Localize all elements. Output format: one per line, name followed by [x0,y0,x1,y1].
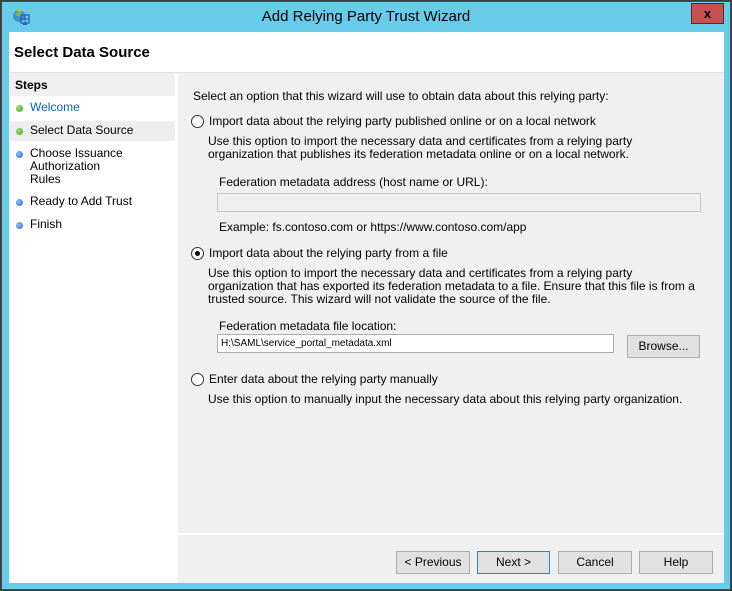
step-select-data-source[interactable]: Select Data Source [11,121,175,141]
title-bar[interactable]: Add Relying Party Trust Wizard x [2,2,730,33]
close-button[interactable]: x [691,3,724,24]
window-title: Add Relying Party Trust Wizard [261,8,471,25]
previous-button[interactable]: < Previous [396,551,470,574]
page-title: Select Data Source [14,44,150,61]
step-welcome[interactable]: Welcome [11,98,175,118]
next-button[interactable]: Next > [477,551,550,574]
step-label: Choose Issuance Authorization Rules [30,146,123,186]
step-label: Finish [30,217,63,231]
cancel-button[interactable]: Cancel [558,551,632,574]
enter-manually-description: Use this option to manually input the ne… [208,392,683,406]
step-pending-icon [16,222,23,229]
step-complete-icon [16,105,23,112]
step-choose-issuance-authorization-rules[interactable]: Choose Issuance Authorization Rules [11,144,130,190]
close-icon: x [703,6,712,21]
import-online-description: Use this option to import the necessary … [208,134,633,161]
metadata-address-input[interactable] [217,193,701,212]
page-header: Select Data Source [9,32,724,73]
metadata-address-example: Example: fs.contoso.com or https://www.c… [219,220,527,234]
step-pending-icon [16,199,23,206]
step-ready-to-add-trust[interactable]: Ready to Add Trust [11,192,175,212]
radio-enter-manually[interactable] [191,373,204,386]
browse-button[interactable]: Browse... [627,335,700,358]
steps-panel: Steps Welcome Select Data Source Choose … [11,74,175,583]
step-pending-icon [16,151,23,158]
radio-enter-manually-label[interactable]: Enter data about the relying party manua… [209,372,438,386]
step-label: Ready to Add Trust [30,194,133,208]
footer-divider [178,533,724,535]
radio-import-file[interactable] [191,247,204,260]
step-current-icon [16,128,23,135]
steps-title: Steps [11,74,175,96]
main-panel: Select an option that this wizard will u… [178,74,724,583]
metadata-file-input[interactable]: H:\SAML\service_portal_metadata.xml [217,334,614,353]
help-button[interactable]: Help [639,551,713,574]
metadata-address-label: Federation metadata address (host name o… [219,175,488,189]
step-label: Select Data Source [30,123,134,137]
metadata-file-label: Federation metadata file location: [219,319,397,333]
intro-text: Select an option that this wizard will u… [193,89,609,103]
step-label: Welcome [30,100,80,114]
radio-import-online-label[interactable]: Import data about the relying party publ… [209,114,596,128]
radio-import-online[interactable] [191,115,204,128]
step-finish[interactable]: Finish [11,215,175,235]
wizard-client-area: Select Data Source Steps Welcome Select … [9,32,724,583]
wizard-window: Add Relying Party Trust Wizard x Select … [1,1,731,590]
radio-import-file-label[interactable]: Import data about the relying party from… [209,246,448,260]
import-file-description: Use this option to import the necessary … [208,266,695,306]
